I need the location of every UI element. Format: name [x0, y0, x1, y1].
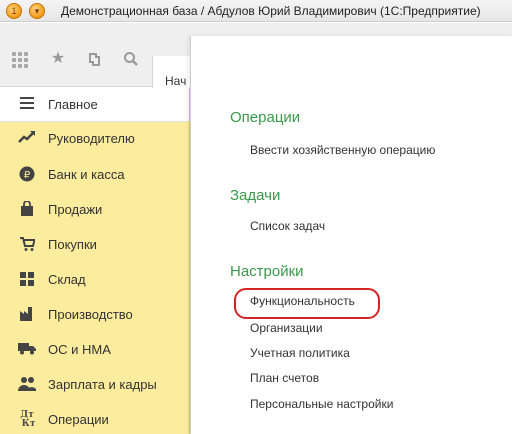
sidebar: Главное Руководителю ₽ Банк и касса Прод… [0, 88, 190, 434]
link-accounting-policy[interactable]: Учетная политика [250, 346, 350, 360]
sidebar-item-manager[interactable]: Руководителю [0, 122, 189, 156]
sidebar-item-label: ОС и НМА [48, 342, 111, 357]
section-title-operations: Операции [230, 109, 301, 126]
sidebar-item-production[interactable]: Производство [0, 298, 189, 332]
sidebar-item-fixed-assets[interactable]: ОС и НМА [0, 333, 189, 367]
sidebar-item-sales[interactable]: Продажи [0, 193, 189, 227]
sidebar-item-label: Операции [48, 412, 109, 427]
sidebar-item-label: Покупки [48, 237, 97, 252]
link-organizations[interactable]: Организации [250, 321, 323, 335]
sidebar-item-purchases[interactable]: Покупки [0, 228, 189, 262]
svg-text:₽: ₽ [24, 170, 31, 181]
link-enter-operation[interactable]: Ввести хозяйственную операцию [250, 143, 435, 157]
sidebar-item-label: Главное [48, 97, 98, 112]
title-bar: 1 ▾ Демонстрационная база / Абдулов Юрий… [0, 0, 512, 22]
sidebar-item-label: Зарплата и кадры [48, 377, 157, 392]
warehouse-icon [18, 271, 36, 289]
trend-icon [18, 130, 36, 148]
factory-icon [18, 306, 36, 324]
sidebar-item-operations[interactable]: Дт Кт Операции [0, 403, 189, 434]
link-personal-settings[interactable]: Персональные настройки [250, 397, 393, 411]
section-title-tasks: Задачи [230, 187, 281, 204]
sidebar-item-warehouse[interactable]: Склад [0, 263, 189, 297]
link-task-list[interactable]: Список задач [250, 219, 325, 233]
link-chart-of-accounts[interactable]: План счетов [250, 371, 319, 385]
people-icon [18, 376, 36, 394]
section-title-settings: Настройки [230, 263, 304, 280]
link-functionality[interactable]: Функциональность [250, 294, 355, 308]
sidebar-item-label: Производство [48, 307, 133, 322]
sidebar-item-bank[interactable]: ₽ Банк и касса [0, 158, 189, 192]
main-menu-icon[interactable]: ▾ [29, 3, 45, 19]
function-panel: Операции Ввести хозяйственную операцию З… [190, 36, 512, 434]
window-title: Демонстрационная база / Абдулов Юрий Вла… [61, 4, 481, 18]
tab-start-page-label: Нач [165, 74, 187, 88]
menu-lines-icon [18, 96, 36, 114]
shopping-bag-icon [18, 200, 36, 219]
truck-icon [18, 341, 36, 359]
cart-icon [18, 236, 36, 254]
search-icon[interactable] [122, 50, 140, 68]
sidebar-item-label: Склад [48, 272, 86, 287]
sidebar-item-main[interactable]: Главное [0, 88, 189, 122]
sidebar-item-label: Руководителю [48, 131, 135, 146]
grid-icon[interactable] [12, 52, 30, 70]
history-icon[interactable] [86, 50, 104, 68]
star-icon[interactable]: ★ [49, 50, 67, 68]
ruble-coin-icon: ₽ [18, 166, 36, 184]
sidebar-item-payroll[interactable]: Зарплата и кадры [0, 368, 189, 402]
dt-kt-icon: Дт Кт [18, 410, 36, 429]
sidebar-item-label: Продажи [48, 202, 103, 217]
sidebar-item-label: Банк и касса [48, 167, 125, 182]
app-logo-icon[interactable]: 1 [6, 3, 22, 19]
